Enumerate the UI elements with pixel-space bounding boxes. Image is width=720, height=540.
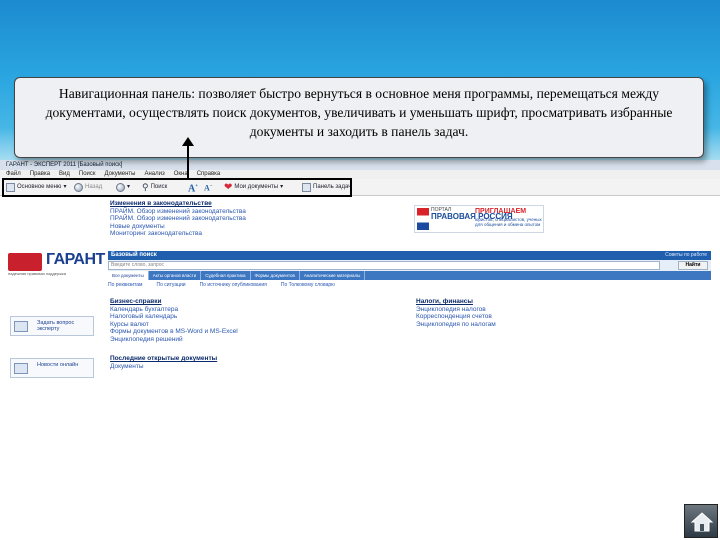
taxes-section: Налоги, финансы Энциклопедия налогов Кор… <box>416 298 496 328</box>
callout-box: Навигационная панель: позволяет быстро в… <box>14 77 704 158</box>
search-links: По реквизитам По ситуации По источнику о… <box>108 282 335 288</box>
business-link[interactable]: Курсы валют <box>110 321 238 329</box>
business-link[interactable]: Календарь бухгалтера <box>110 306 238 314</box>
news-icon <box>14 363 28 374</box>
home-icon <box>690 512 714 532</box>
legislation-link[interactable]: Мониторинг законодательства <box>110 230 246 238</box>
search-by-situation[interactable]: По ситуации <box>157 282 186 288</box>
search-input[interactable]: Введите слово, запрос <box>108 261 660 270</box>
recent-heading: Последние открытые документы <box>110 355 218 362</box>
business-link[interactable]: Формы документов в MS-Word и MS-Excel <box>110 328 238 336</box>
tab-court-practice[interactable]: Судебная практика <box>201 271 251 280</box>
banner-invite: ПРИГЛАШАЕМ <box>475 208 527 215</box>
tab-document-forms[interactable]: Формы документов <box>251 271 300 280</box>
find-button[interactable]: Найти <box>678 261 708 270</box>
taxes-link[interactable]: Корреспонденция счетов <box>416 313 496 321</box>
callout-text: Навигационная панель: позволяет быстро в… <box>45 86 673 139</box>
search-by-source[interactable]: По источнику опубликования <box>200 282 267 288</box>
legislation-heading: Изменения в законодательстве <box>110 200 212 207</box>
taxes-heading: Налоги, финансы <box>416 298 473 305</box>
pravovaya-rossiya-banner[interactable]: ПОРТАЛ ПРАВОВАЯ РОССИЯ ПРИГЛАШАЕМ юристо… <box>414 205 544 233</box>
tab-authority-acts[interactable]: Акты органов власти <box>149 271 202 280</box>
taxes-link[interactable]: Энциклопедия по налогам <box>416 321 496 329</box>
search-tabs: Все документы Акты органов власти Судебн… <box>108 271 711 280</box>
legislation-link[interactable]: ПРАЙМ. Обзор изменений законодательства <box>110 215 246 223</box>
garant-name: ГАРАНТ <box>46 251 105 268</box>
app-title-bar: ГАРАНТ - ЭКСПЕРТ 2011 [Базовый поиск] <box>0 160 720 170</box>
news-online-button[interactable]: Новости онлайн <box>10 358 94 378</box>
business-link[interactable]: Налоговый календарь <box>110 313 238 321</box>
ask-expert-button[interactable]: Задать вопрос эксперту <box>10 316 94 336</box>
home-button[interactable] <box>684 504 718 538</box>
business-section: Бизнес-справки Календарь бухгалтера Нало… <box>110 298 238 343</box>
legislation-link[interactable]: Новые документы <box>110 223 246 231</box>
search-row: Введите слово, запрос Найти <box>108 260 711 271</box>
tab-all-documents[interactable]: Все документы <box>108 271 149 280</box>
basic-search-panel: Базовый поиск Советы по работе Введите с… <box>108 251 711 293</box>
question-icon <box>14 321 28 332</box>
business-link[interactable]: Энциклопедия решений <box>110 336 238 344</box>
garant-logo: ГАРАНТ надежная правовая поддержка <box>8 251 105 277</box>
flag-logo-icon <box>417 208 429 230</box>
search-by-requisites[interactable]: По реквизитам <box>108 282 143 288</box>
garant-logo-icon <box>8 253 42 271</box>
callout-pointer-arrow <box>182 137 194 179</box>
taxes-link[interactable]: Энциклопедия налогов <box>416 306 496 314</box>
legislation-section: Изменения в законодательстве ПРАЙМ. Обзо… <box>110 200 246 238</box>
banner-invite-text: юристов, специалистов, ученых для общени… <box>475 217 542 227</box>
navigation-panel-highlight <box>2 178 352 197</box>
recent-section: Последние открытые документы Документы <box>110 355 217 370</box>
ask-expert-label: Задать вопрос эксперту <box>37 320 75 332</box>
search-tips-link[interactable]: Советы по работе <box>665 251 707 260</box>
recent-link[interactable]: Документы <box>110 363 217 371</box>
business-heading: Бизнес-справки <box>110 298 162 305</box>
news-online-label: Новости онлайн <box>37 362 79 368</box>
legislation-link[interactable]: ПРАЙМ. Обзор изменений законодательства <box>110 208 246 216</box>
tab-analytics[interactable]: Аналитические материалы <box>300 271 366 280</box>
search-header: Базовый поиск Советы по работе <box>108 251 711 260</box>
search-by-dictionary[interactable]: По Толковому словарю <box>281 282 335 288</box>
search-title: Базовый поиск <box>111 252 157 258</box>
garant-tagline: надежная правовая поддержка <box>8 271 66 276</box>
